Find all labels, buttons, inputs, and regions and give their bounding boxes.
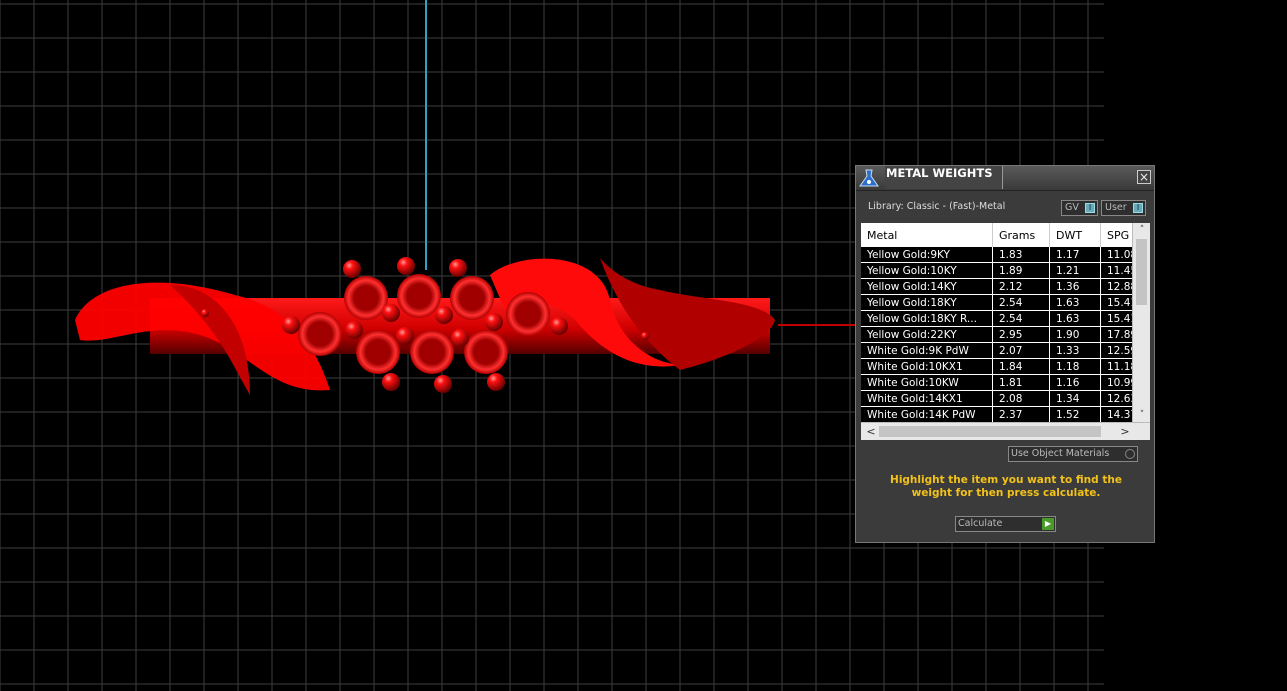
panel-title: METAL WEIGHTS	[885, 166, 1003, 189]
cell-grams: 1.83	[992, 247, 1050, 263]
cell-dwt: 1.21	[1049, 262, 1101, 279]
cell-grams: 2.54	[992, 310, 1050, 327]
cell-metal: Yellow Gold:18KY R...	[861, 310, 993, 327]
user-toggle-label: User	[1105, 202, 1127, 213]
col-header-dwt[interactable]: DWT	[1049, 223, 1101, 247]
cell-dwt: 1.36	[1049, 278, 1101, 295]
cell-metal: White Gold:14KX1	[861, 390, 993, 407]
cell-grams: 2.08	[992, 390, 1050, 407]
metal-table: Metal Grams DWT SPG Yellow Gold:9KY 1.83 1…	[861, 223, 1150, 440]
table-row[interactable]: Yellow Gold:10KY 1.89 1.21 11.45	[861, 262, 1143, 279]
table-row[interactable]: White Gold:10KX1 1.84 1.18 11.18	[861, 358, 1143, 375]
horizontal-scroll-thumb[interactable]	[879, 426, 1101, 437]
vertical-scrollbar[interactable]: ˄ ˅	[1132, 223, 1150, 422]
table-row[interactable]: White Gold:14K PdW 2.37 1.52 14.37	[861, 406, 1143, 423]
scroll-left-icon[interactable]: <	[863, 423, 879, 440]
col-header-grams[interactable]: Grams	[992, 223, 1050, 247]
scroll-right-icon[interactable]: >	[1117, 423, 1133, 440]
horizontal-scrollbar[interactable]: < >	[861, 422, 1150, 440]
cell-grams: 2.12	[992, 278, 1050, 295]
cell-grams: 1.89	[992, 262, 1050, 279]
cell-dwt: 1.63	[1049, 310, 1101, 327]
table-row[interactable]: Yellow Gold:22KY 2.95 1.90 17.89	[861, 326, 1143, 343]
scroll-down-icon[interactable]: ˅	[1133, 408, 1150, 422]
user-toggle-indicator: I	[1133, 203, 1143, 213]
cell-dwt: 1.16	[1049, 374, 1101, 391]
instruction-text: Highlight the item you want to find the …	[890, 474, 1122, 499]
user-toggle[interactable]: User I	[1101, 200, 1146, 216]
cell-grams: 2.95	[992, 326, 1050, 343]
cell-grams: 2.07	[992, 342, 1050, 359]
close-button[interactable]: ×	[1137, 170, 1151, 184]
radio-icon	[1125, 449, 1135, 459]
table-row[interactable]: Yellow Gold:18KY R... 2.54 1.63 15.41	[861, 310, 1143, 327]
cell-metal: White Gold:10KW	[861, 374, 993, 391]
cell-metal: Yellow Gold:14KY	[861, 278, 993, 295]
cell-grams: 1.81	[992, 374, 1050, 391]
library-label: Library: Classic - (Fast)-Metal	[868, 201, 1006, 212]
table-row[interactable]: Yellow Gold:9KY 1.83 1.17 11.08	[861, 247, 1143, 263]
gv-toggle-label: GV	[1065, 202, 1079, 213]
cell-metal: White Gold:10KX1	[861, 358, 993, 375]
cell-grams: 1.84	[992, 358, 1050, 375]
cell-metal: White Gold:14K PdW	[861, 406, 993, 423]
table-row[interactable]: Yellow Gold:14KY 2.12 1.36 12.88	[861, 278, 1143, 295]
use-object-materials-label: Use Object Materials	[1011, 448, 1110, 459]
cell-metal: Yellow Gold:10KY	[861, 262, 993, 279]
use-object-materials-button[interactable]: Use Object Materials	[1008, 446, 1138, 462]
cell-dwt: 1.52	[1049, 406, 1101, 423]
flask-icon	[857, 167, 881, 189]
cell-metal: White Gold:9K PdW	[861, 342, 993, 359]
cell-dwt: 1.63	[1049, 294, 1101, 311]
cell-metal: Yellow Gold:18KY	[861, 294, 993, 311]
ring-model[interactable]	[75, 257, 775, 395]
cell-dwt: 1.34	[1049, 390, 1101, 407]
cell-dwt: 1.33	[1049, 342, 1101, 359]
table-row[interactable]: White Gold:14KX1 2.08 1.34 12.63	[861, 390, 1143, 407]
cell-dwt: 1.18	[1049, 358, 1101, 375]
calculate-label: Calculate	[958, 518, 1003, 529]
cell-grams: 2.54	[992, 294, 1050, 311]
gv-toggle-indicator: I	[1085, 203, 1095, 213]
gv-toggle[interactable]: GV I	[1061, 200, 1098, 216]
cell-dwt: 1.17	[1049, 247, 1101, 263]
table-row[interactable]: White Gold:9K PdW 2.07 1.33 12.59	[861, 342, 1143, 359]
cell-metal: Yellow Gold:22KY	[861, 326, 993, 343]
metal-weights-panel: METAL WEIGHTS × Library: Classic - (Fast…	[855, 165, 1155, 543]
table-row[interactable]: Yellow Gold:18KY 2.54 1.63 15.41	[861, 294, 1143, 311]
play-arrow-icon: ▶	[1042, 518, 1054, 530]
panel-titlebar[interactable]: METAL WEIGHTS ×	[856, 166, 1154, 191]
vertical-scroll-thumb[interactable]	[1136, 239, 1147, 305]
table-header-row: Metal Grams DWT SPG	[861, 223, 1143, 247]
calculate-button[interactable]: Calculate ▶	[955, 516, 1056, 532]
cell-grams: 2.37	[992, 406, 1050, 423]
cell-metal: Yellow Gold:9KY	[861, 247, 993, 263]
table-row[interactable]: White Gold:10KW 1.81 1.16 10.99	[861, 374, 1143, 391]
cell-dwt: 1.90	[1049, 326, 1101, 343]
scroll-up-icon[interactable]: ˄	[1133, 223, 1150, 237]
col-header-metal[interactable]: Metal	[861, 223, 993, 247]
